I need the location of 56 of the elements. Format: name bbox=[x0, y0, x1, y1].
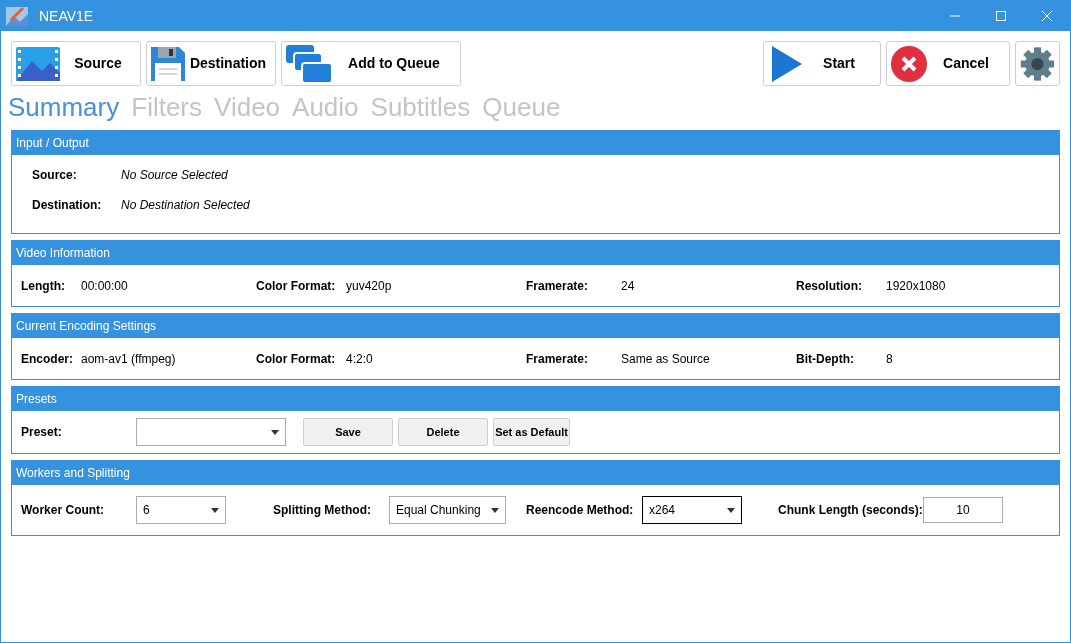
preset-button[interactable]: Save bbox=[303, 418, 393, 446]
dropdown[interactable]: Equal Chunking bbox=[389, 496, 506, 524]
field-value: 4:2:0 bbox=[346, 350, 374, 368]
field-label: Reencode Method: bbox=[526, 502, 635, 519]
close-icon bbox=[1042, 11, 1052, 21]
field-value: 1920x1080 bbox=[886, 277, 947, 295]
field-value: Same as Source bbox=[621, 350, 711, 368]
field-label: Framerate: bbox=[526, 277, 590, 295]
field-value: No Source Selected bbox=[121, 167, 228, 184]
field-value: 00:00:00 bbox=[81, 277, 129, 295]
field-label: Length: bbox=[21, 277, 66, 295]
field-label: Color Format: bbox=[256, 277, 337, 295]
dropdown-arrow-icon bbox=[211, 507, 219, 513]
dropdown-arrow-icon bbox=[271, 429, 279, 435]
field-label: Chunk Length (seconds): bbox=[778, 502, 923, 519]
panel-header: Workers and Splitting bbox=[12, 461, 1059, 485]
settings-button[interactable] bbox=[1015, 41, 1060, 86]
field-label: Worker Count: bbox=[21, 502, 106, 519]
field-value: yuv420p bbox=[346, 277, 393, 295]
field-value: 24 bbox=[621, 277, 636, 295]
stacked-windows-icon bbox=[286, 44, 332, 83]
destination-button[interactable]: Destination bbox=[146, 41, 276, 86]
cancel-button[interactable]: Cancel bbox=[886, 41, 1010, 86]
field-label: Framerate: bbox=[526, 350, 590, 368]
panel-header: Video Information bbox=[12, 241, 1059, 265]
app-logo-icon bbox=[5, 4, 29, 28]
preset-button[interactable]: Set as Default bbox=[493, 418, 570, 446]
field-label: Color Format: bbox=[256, 350, 337, 368]
field-label: Destination: bbox=[32, 197, 103, 214]
field-label: Encoder: bbox=[21, 350, 74, 368]
window-title: NEAV1E bbox=[39, 6, 94, 26]
field-label: Bit-Depth: bbox=[796, 350, 855, 368]
dropdown[interactable] bbox=[136, 418, 286, 446]
dropdown[interactable]: 6 bbox=[136, 496, 226, 524]
start-button[interactable]: Start bbox=[763, 41, 881, 86]
maximize-icon bbox=[996, 11, 1006, 21]
field-value: 8 bbox=[886, 350, 894, 368]
preset-button[interactable]: Delete bbox=[398, 418, 488, 446]
field-label: Preset: bbox=[21, 424, 63, 441]
field-value: aom-av1 (ffmpeg) bbox=[81, 350, 177, 368]
dropdown-arrow-icon bbox=[727, 507, 735, 513]
panel-header: Presets bbox=[12, 387, 1059, 411]
play-icon bbox=[772, 45, 802, 82]
cancel-icon bbox=[891, 45, 927, 82]
field-label: Resolution: bbox=[796, 277, 863, 295]
dropdown-arrow-icon bbox=[491, 507, 499, 513]
field-label: Splitting Method: bbox=[273, 502, 372, 519]
field-value: No Destination Selected bbox=[121, 197, 250, 214]
queue-button[interactable]: Add to Queue bbox=[281, 41, 461, 86]
panel-header: Input / Output bbox=[12, 131, 1059, 155]
field-label: Source: bbox=[32, 167, 78, 184]
panel-header: Current Encoding Settings bbox=[12, 314, 1059, 338]
dropdown[interactable]: x264 bbox=[642, 496, 742, 524]
source-button[interactable]: Source bbox=[11, 41, 141, 86]
picture-icon bbox=[16, 46, 60, 81]
number-input-field[interactable]: 10 bbox=[923, 497, 1003, 523]
